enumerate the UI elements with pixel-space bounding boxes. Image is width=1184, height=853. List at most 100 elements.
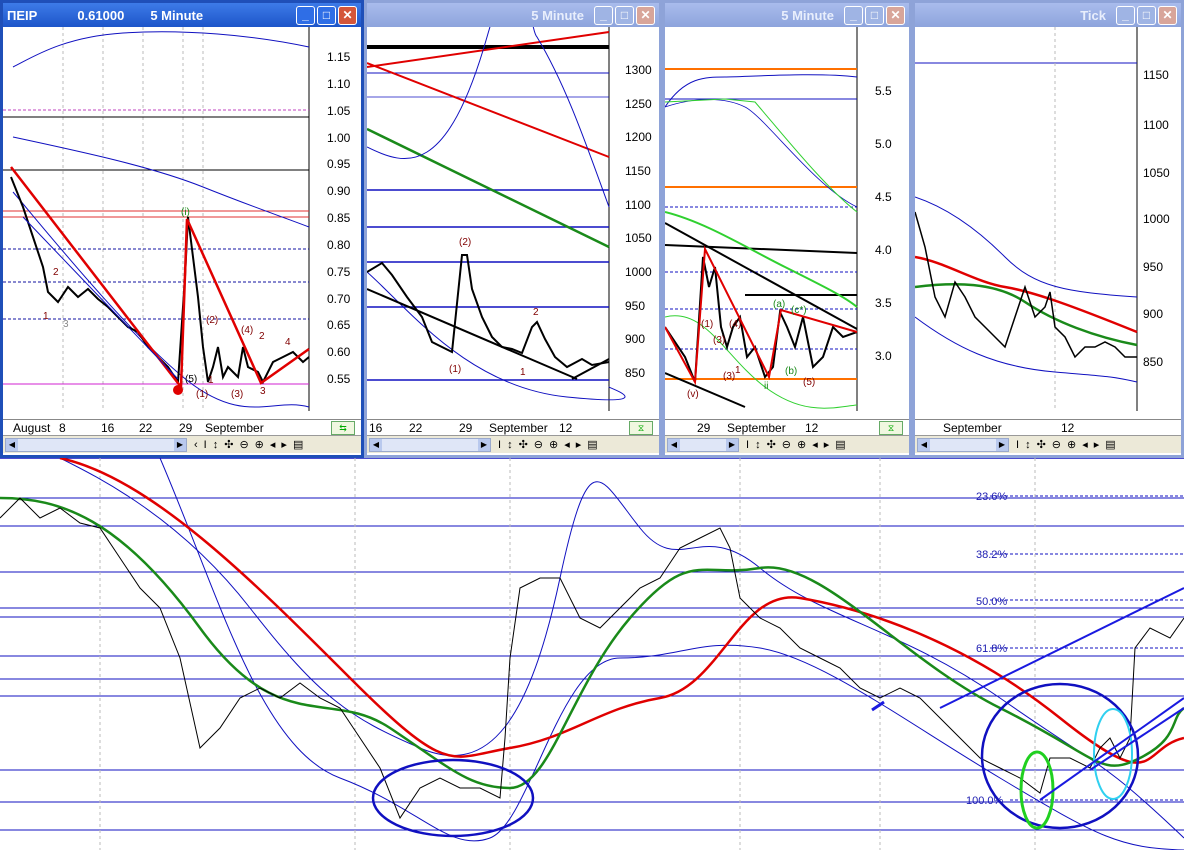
horizontal-scrollbar[interactable]: ◀ ▶ — [369, 437, 491, 452]
pan-icon[interactable]: ✣ — [224, 438, 233, 451]
maximize-button[interactable]: □ — [317, 5, 336, 25]
scroll-right-icon[interactable]: ▶ — [174, 438, 186, 451]
minimize-button[interactable]: _ — [594, 5, 613, 25]
scroll-right-icon[interactable]: ▶ — [726, 438, 738, 451]
wave-label: 3 — [63, 319, 69, 330]
y-tick: 1200 — [625, 130, 652, 144]
next-icon[interactable]: ▸ — [281, 438, 287, 451]
minimize-button[interactable]: _ — [1116, 5, 1135, 25]
horizontal-scrollbar[interactable]: ◀ ▶ — [667, 437, 739, 452]
chart-window-2[interactable]: 5 Minute _ □ ✕ 1300 1250 1200 1150 1100 … — [364, 0, 662, 458]
grid-icon[interactable]: ▤ — [1105, 438, 1115, 451]
scroll-right-icon[interactable]: ▶ — [478, 438, 490, 451]
grid-icon[interactable]: ▤ — [835, 438, 845, 451]
time-label: September — [489, 421, 548, 435]
window-4-chart-svg: 1150 1100 1050 1000 950 900 850 — [915, 27, 1170, 411]
vertical-zoom-icon[interactable]: ↕ — [213, 439, 219, 451]
window-1-interval: 5 Minute — [150, 7, 204, 23]
zoom-out-icon[interactable]: ⊖ — [1052, 438, 1061, 451]
minimize-button[interactable]: _ — [296, 5, 315, 25]
prev-icon[interactable]: ◂ — [1082, 438, 1088, 451]
wave-label: 3 — [260, 386, 266, 397]
close-button[interactable]: ✕ — [338, 5, 357, 25]
scroll-right-icon[interactable]: ▶ — [996, 438, 1008, 451]
zoom-in-icon[interactable]: ⊕ — [797, 438, 806, 451]
time-label: 12 — [559, 421, 573, 435]
zoom-out-icon[interactable]: ⊖ — [534, 438, 543, 451]
zoom-in-icon[interactable]: ⊕ — [1067, 438, 1076, 451]
scroll-left-icon[interactable]: ◀ — [370, 438, 382, 451]
sync-icon[interactable]: ⧖ — [629, 421, 653, 435]
zoom-in-icon[interactable]: ⊕ — [549, 438, 558, 451]
cursor-icon[interactable]: I — [204, 439, 207, 451]
y-tick: 1.05 — [327, 104, 351, 118]
zoom-in-icon[interactable]: ⊕ — [255, 438, 264, 451]
scroll-left-icon[interactable]: ◀ — [918, 438, 930, 451]
next-icon[interactable]: ▸ — [576, 438, 582, 451]
close-button[interactable]: ✕ — [1158, 5, 1177, 25]
main-chart-svg: 23.6% 38.2% 50.0% 61.8% 100.0% — [0, 456, 1184, 851]
grid-icon[interactable]: ▤ — [587, 438, 597, 451]
y-tick: 1.15 — [327, 50, 351, 64]
grid-icon[interactable]: ▤ — [293, 438, 303, 451]
scroll-left-icon[interactable]: ◀ — [6, 438, 18, 451]
toggle-icon[interactable]: ‹ — [194, 439, 198, 451]
y-tick: 1100 — [1143, 118, 1169, 132]
maximize-button[interactable]: □ — [865, 5, 884, 25]
cursor-icon[interactable]: I — [1016, 439, 1019, 451]
cursor-icon[interactable]: I — [746, 439, 749, 451]
vertical-zoom-icon[interactable]: ↕ — [507, 439, 513, 451]
horizontal-scrollbar[interactable]: ◀ ▶ — [5, 437, 187, 452]
wave-label: 2 — [533, 307, 539, 318]
fib-level-label: 61.8% — [976, 643, 1007, 655]
horizontal-scrollbar[interactable]: ◀ ▶ — [917, 437, 1009, 452]
window-1-titlebar[interactable]: ΠΕΙΡ 0.61000 5 Minute _ □ ✕ — [3, 3, 361, 27]
cursor-icon[interactable]: I — [498, 439, 501, 451]
window-4-titlebar[interactable]: Tick _ □ ✕ — [915, 3, 1181, 27]
prev-icon[interactable]: ◂ — [812, 438, 818, 451]
wave-label: 4 — [285, 337, 291, 348]
y-tick: 1.00 — [327, 131, 351, 145]
next-icon[interactable]: ▸ — [824, 438, 830, 451]
y-tick: 5.0 — [875, 137, 892, 151]
window-4-plot[interactable]: 1150 1100 1050 1000 950 900 850 Septembe… — [915, 27, 1181, 455]
vertical-zoom-icon[interactable]: ↕ — [755, 439, 761, 451]
pan-icon[interactable]: ✣ — [1037, 438, 1046, 451]
pan-icon[interactable]: ✣ — [767, 438, 776, 451]
time-label: 16 — [369, 421, 383, 435]
wave-label: (2) — [206, 315, 218, 326]
y-tick: 1000 — [1143, 212, 1170, 226]
zoom-out-icon[interactable]: ⊖ — [239, 438, 248, 451]
window-2-titlebar[interactable]: 5 Minute _ □ ✕ — [367, 3, 659, 27]
window-2-plot[interactable]: 1300 1250 1200 1150 1100 1050 1000 950 9… — [367, 27, 659, 455]
scroll-left-icon[interactable]: ◀ — [668, 438, 680, 451]
window-3-plot[interactable]: 5.5 5.0 4.5 4.0 3.5 3.0 (1) (3) (4) (5) … — [665, 27, 909, 455]
chart-window-3[interactable]: 5 Minute _ □ ✕ 5.5 5.0 4.5 4.0 3.5 3.0 (… — [662, 0, 912, 458]
pan-icon[interactable]: ✣ — [519, 438, 528, 451]
fib-level-label: 23.6% — [976, 491, 1007, 503]
prev-icon[interactable]: ◂ — [564, 438, 570, 451]
time-label: 29 — [179, 421, 193, 435]
sync-icon[interactable]: ⧖ — [879, 421, 903, 435]
chart-window-4[interactable]: Tick _ □ ✕ 1150 1100 1050 1000 950 900 8… — [912, 0, 1184, 458]
wave-label: 1 — [43, 311, 49, 322]
chart-window-1[interactable]: ΠΕΙΡ 0.61000 5 Minute _ □ ✕ 1.15 1.10 1.… — [0, 0, 364, 458]
y-tick: 0.80 — [327, 238, 351, 252]
main-chart-panel[interactable]: 23.6% 38.2% 50.0% 61.8% 100.0% — [0, 456, 1184, 851]
maximize-button[interactable]: □ — [1137, 5, 1156, 25]
zoom-out-icon[interactable]: ⊖ — [782, 438, 791, 451]
next-icon[interactable]: ▸ — [1094, 438, 1100, 451]
maximize-button[interactable]: □ — [615, 5, 634, 25]
minimize-button[interactable]: _ — [844, 5, 863, 25]
close-button[interactable]: ✕ — [886, 5, 905, 25]
window-3-titlebar[interactable]: 5 Minute _ □ ✕ — [665, 3, 909, 27]
wave-label: (1) — [196, 389, 208, 400]
close-button[interactable]: ✕ — [636, 5, 655, 25]
sync-icon[interactable]: ⇆ — [331, 421, 355, 435]
window-1-plot[interactable]: 1.15 1.10 1.05 1.00 0.95 0.90 0.85 0.80 … — [3, 27, 361, 455]
time-label: 29 — [697, 421, 711, 435]
vertical-zoom-icon[interactable]: ↕ — [1025, 439, 1031, 451]
y-tick: 0.65 — [327, 318, 351, 332]
prev-icon[interactable]: ◂ — [270, 438, 276, 451]
wave-label: (2) — [459, 237, 471, 248]
